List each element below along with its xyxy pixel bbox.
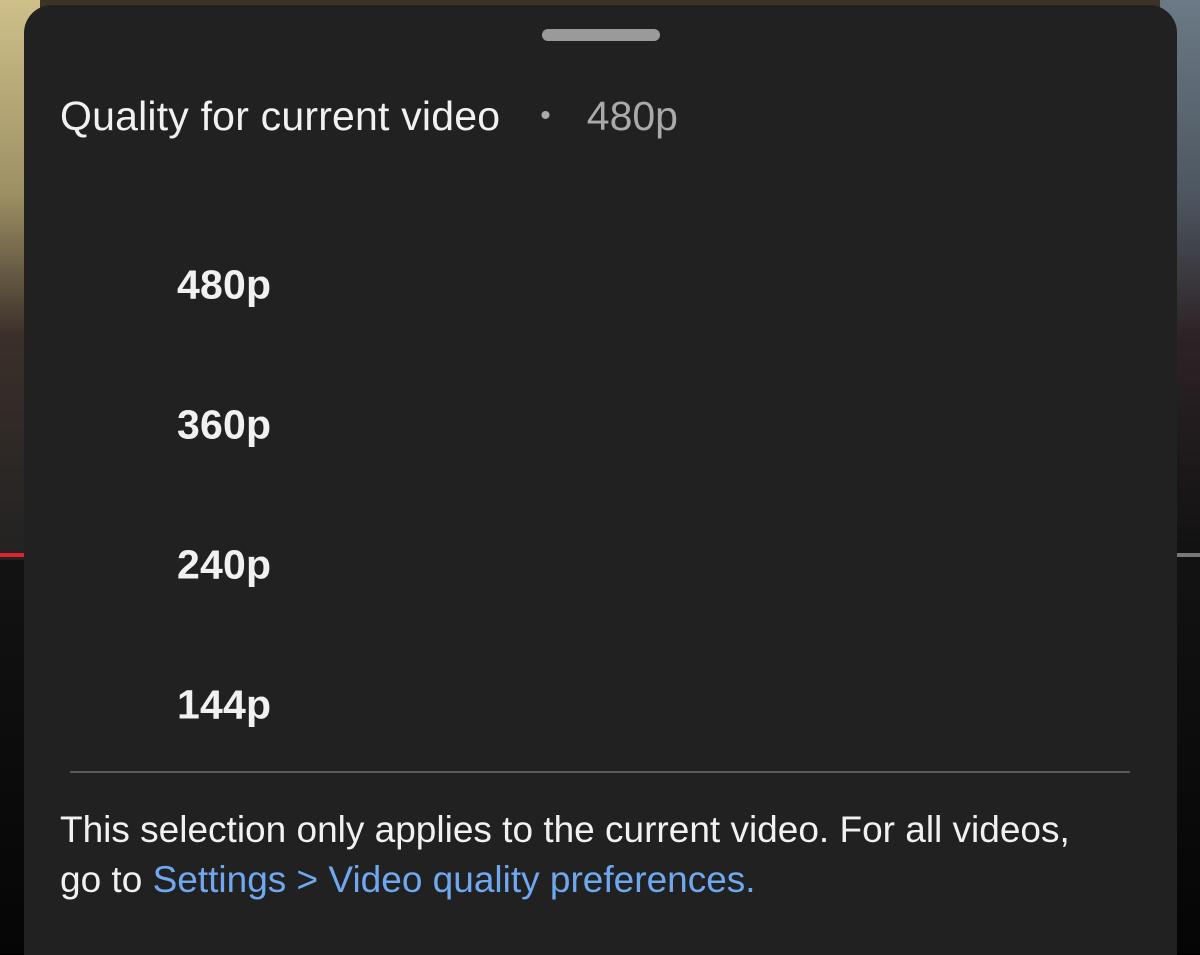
quality-option-label: 144p — [177, 681, 272, 728]
quality-option-480p[interactable]: 480p — [24, 215, 1177, 355]
quality-option-360p[interactable]: 360p — [24, 355, 1177, 495]
quality-option-label: 240p — [177, 541, 272, 588]
footer-note: This selection only applies to the curre… — [60, 805, 1120, 905]
quality-option-label: 360p — [177, 401, 272, 448]
quality-option-240p[interactable]: 240p — [24, 495, 1177, 635]
quality-bottom-sheet: Quality for current video • 480p 480p 36… — [24, 5, 1177, 955]
quality-option-label: 480p — [177, 261, 272, 308]
divider — [70, 771, 1130, 773]
quality-option-144p[interactable]: 144p — [24, 635, 1177, 775]
settings-link[interactable]: Settings > Video quality preferences. — [153, 859, 756, 900]
sheet-title: Quality for current video — [60, 92, 501, 139]
current-quality-value: 480p — [586, 92, 678, 139]
drag-handle[interactable] — [542, 29, 660, 41]
sheet-header: Quality for current video • 480p — [60, 88, 678, 144]
separator-dot: • — [540, 99, 551, 132]
